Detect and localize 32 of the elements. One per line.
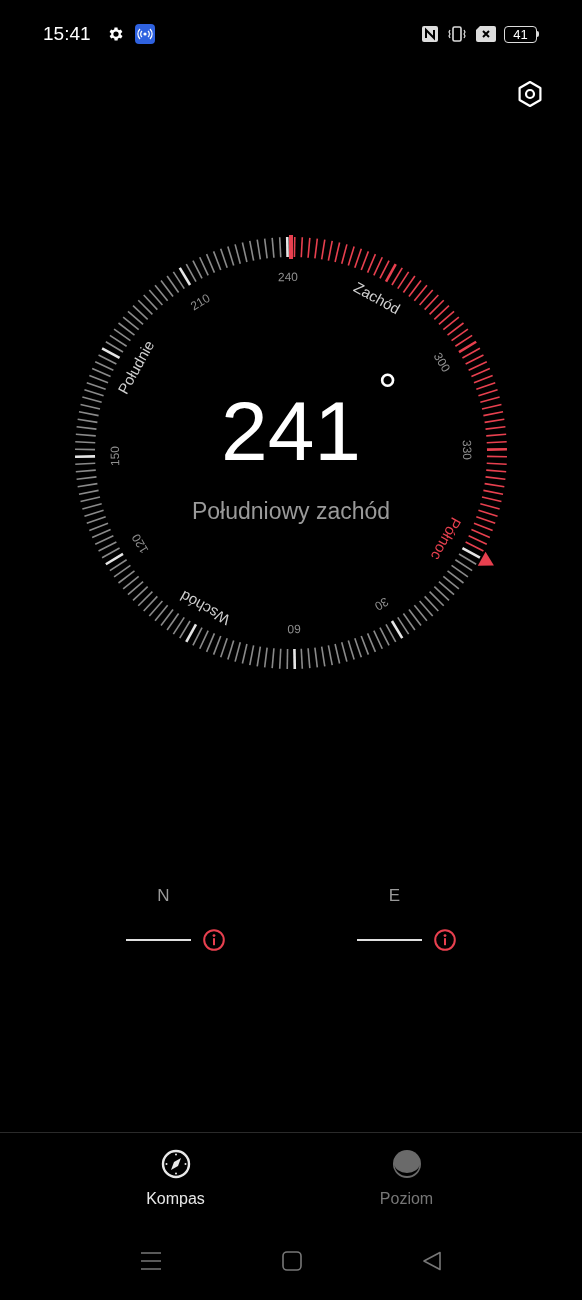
axis-label: N bbox=[157, 885, 170, 907]
dial-label: 330 bbox=[459, 439, 475, 461]
dial-label: 150 bbox=[107, 445, 123, 467]
back-icon[interactable] bbox=[422, 1251, 442, 1271]
dial-label: 240 bbox=[277, 269, 299, 285]
heading-readout: 241 bbox=[220, 389, 362, 473]
info-icon[interactable] bbox=[203, 928, 225, 951]
nav-tab[interactable]: Kompas bbox=[115, 1149, 236, 1230]
hotspot-icon bbox=[134, 24, 155, 44]
nfc-icon bbox=[422, 26, 438, 42]
nav-tab[interactable]: Poziom bbox=[346, 1149, 467, 1230]
value-line bbox=[126, 938, 191, 941]
dial-label: 30 bbox=[372, 594, 391, 614]
bubble-level-icon bbox=[391, 1149, 422, 1179]
battery-indicator: 41 bbox=[504, 25, 539, 43]
info-icon[interactable] bbox=[434, 928, 456, 951]
status-time: 15:41 bbox=[43, 21, 91, 46]
degree-sign: ° bbox=[377, 367, 398, 415]
north-marker-icon bbox=[477, 551, 494, 566]
vibrate-icon bbox=[448, 26, 466, 42]
dial-label: 210 bbox=[188, 291, 213, 314]
direction-label: Południowy zachód bbox=[191, 497, 391, 526]
value-line bbox=[357, 938, 422, 941]
home-icon[interactable] bbox=[282, 1251, 302, 1271]
axis-label: E bbox=[388, 885, 401, 907]
compass-icon bbox=[160, 1149, 191, 1179]
settings-icon bbox=[516, 80, 544, 108]
no-sim-icon bbox=[476, 26, 496, 42]
menu-icon[interactable] bbox=[140, 1251, 162, 1271]
dial-label: 60 bbox=[287, 621, 301, 637]
dial-label: 300 bbox=[430, 350, 453, 375]
dial-label: 120 bbox=[129, 531, 152, 556]
